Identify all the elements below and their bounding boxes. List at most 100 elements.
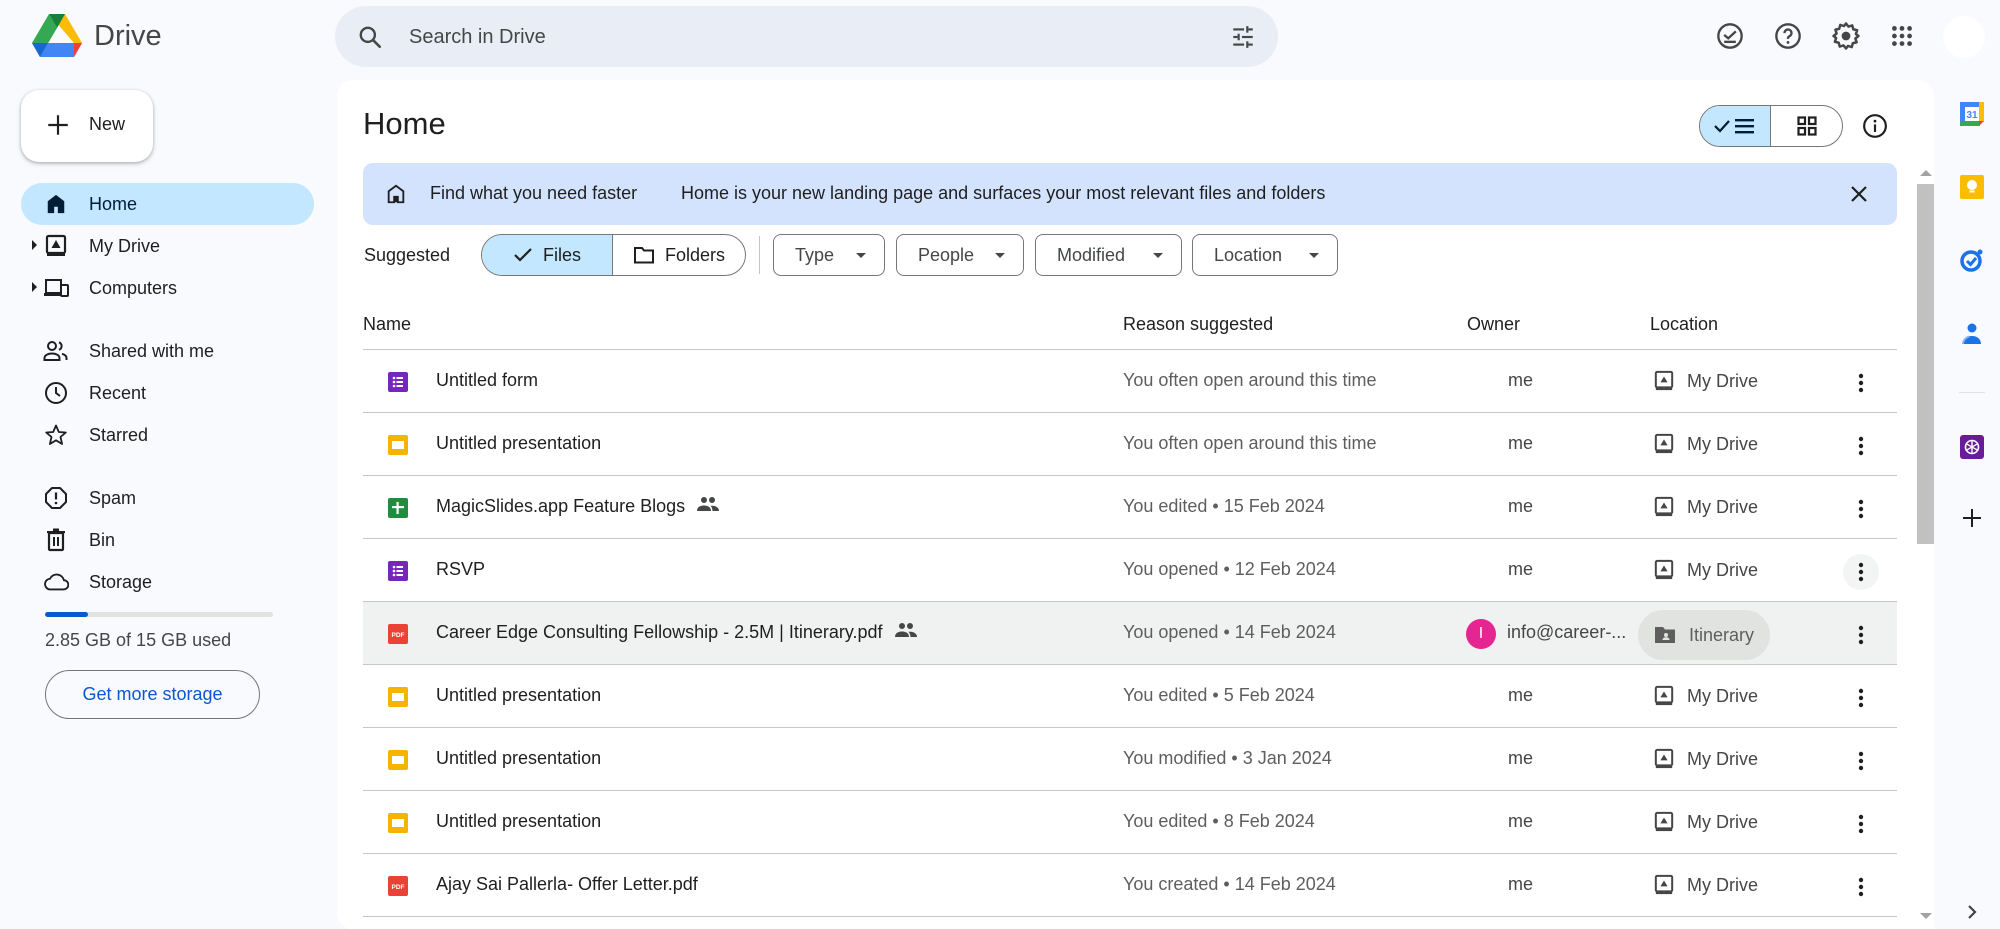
chevron-right-icon[interactable] (1958, 898, 1986, 926)
more-actions-icon[interactable] (1843, 428, 1879, 464)
sidebar-item-home[interactable]: Home (21, 183, 314, 225)
more-actions-icon[interactable] (1843, 680, 1879, 716)
get-more-storage-button[interactable]: Get more storage (45, 670, 260, 719)
new-button[interactable]: New (21, 90, 153, 162)
file-name-text: MagicSlides.app Feature Blogs (436, 496, 686, 516)
my-drive-icon (1654, 811, 1674, 833)
grid-view-button[interactable] (1771, 106, 1842, 146)
more-actions-icon[interactable] (1843, 617, 1879, 653)
sidebar-item-bin[interactable]: Bin (21, 519, 314, 561)
column-header-name[interactable]: Name (363, 314, 411, 335)
close-icon[interactable] (1847, 182, 1871, 206)
search-bar[interactable] (335, 6, 1278, 67)
drive-logo[interactable]: Drive (32, 14, 162, 58)
more-actions-icon[interactable] (1843, 365, 1879, 401)
more-actions-icon[interactable] (1843, 743, 1879, 779)
people-filter-chip[interactable]: People (896, 234, 1024, 276)
sidebar-item-label: My Drive (89, 236, 160, 256)
table-row[interactable]: Untitled presentation You modified • 3 J… (363, 728, 1897, 791)
modified-filter-chip[interactable]: Modified (1035, 234, 1182, 276)
chatgpt-addon-icon[interactable] (1958, 433, 1986, 461)
files-filter-button[interactable]: Files (482, 235, 613, 275)
pdf-file-icon: PDF (388, 876, 408, 896)
shared-icon (43, 339, 69, 363)
owner-text: me (1508, 811, 1534, 831)
location-filter-chip[interactable]: Location (1192, 234, 1338, 276)
sidebar-item-spam[interactable]: Spam (21, 477, 314, 519)
calendar-icon[interactable]: 31 (1958, 100, 1986, 128)
table-row[interactable]: Untitled presentation You edited • 8 Feb… (363, 791, 1897, 854)
info-icon[interactable] (1860, 111, 1890, 141)
table-row[interactable]: Untitled presentation You edited • 5 Feb… (363, 665, 1897, 728)
dropdown-arrow-icon (1309, 253, 1319, 258)
owner-text: me (1508, 433, 1534, 453)
apps-grid-icon[interactable] (1882, 16, 1922, 56)
table-row[interactable]: PDF Career Edge Consulting Fellowship - … (363, 602, 1897, 665)
sidebar-item-computers[interactable]: Computers (21, 267, 314, 309)
type-filter-chip[interactable]: Type (773, 234, 885, 276)
location-text: Itinerary (1689, 624, 1755, 645)
sidebar-item-shared-with-me[interactable]: Shared with me (21, 330, 314, 372)
main-panel: Home Find what you need faster Home is y… (337, 80, 1934, 929)
more-actions-icon[interactable] (1843, 491, 1879, 527)
sidebar-item-my-drive[interactable]: My Drive (21, 225, 314, 267)
expand-caret-icon[interactable] (32, 240, 37, 250)
star-icon (43, 423, 69, 447)
location-text: My Drive (1687, 685, 1758, 706)
spam-icon (43, 486, 69, 510)
expand-caret-icon[interactable] (32, 282, 37, 292)
list-view-button[interactable] (1700, 106, 1771, 146)
sidebar-item-label: Shared with me (89, 341, 215, 361)
new-button-label: New (89, 114, 126, 134)
tasks-icon[interactable] (1958, 246, 1986, 274)
search-input[interactable] (409, 20, 1169, 54)
table-row[interactable]: Untitled presentation You often open aro… (363, 413, 1897, 476)
sidebar-item-label: Home (89, 194, 138, 214)
check-icon (514, 248, 532, 262)
search-options-icon[interactable] (1230, 24, 1256, 55)
table-header: Name Reason suggested Owner Location (363, 300, 1897, 350)
info-banner: Find what you need faster Home is your n… (363, 163, 1897, 225)
help-icon[interactable] (1768, 16, 1808, 56)
sidebar-item-starred[interactable]: Starred (21, 414, 314, 456)
reason-suggested: You edited • 8 Feb 2024 (1123, 811, 1315, 831)
owner-text: me (1508, 559, 1534, 579)
owner-avatar: I (1466, 619, 1496, 649)
settings-icon[interactable] (1826, 16, 1866, 56)
location-cell: My Drive (1654, 433, 1758, 455)
table-row[interactable]: PDF Ajay Sai Pallerla- Offer Letter.pdf … (363, 854, 1897, 917)
chip-label: Modified (1057, 244, 1126, 265)
table-row[interactable]: MagicSlides.app Feature Blogs You edited… (363, 476, 1897, 539)
location-cell: My Drive (1654, 559, 1758, 581)
folders-filter-button[interactable]: Folders (613, 235, 745, 275)
scroll-down-arrow[interactable] (1920, 913, 1932, 919)
contacts-icon[interactable] (1958, 320, 1986, 348)
my-drive-icon (1654, 496, 1674, 518)
more-actions-icon[interactable] (1843, 806, 1879, 842)
account-avatar[interactable] (1943, 16, 1985, 58)
sidebar-item-recent[interactable]: Recent (21, 372, 314, 414)
location-cell[interactable]: Itinerary (1638, 610, 1771, 660)
file-name-text: Untitled presentation (436, 811, 602, 831)
scroll-up-arrow[interactable] (1920, 170, 1932, 176)
more-actions-icon[interactable] (1843, 554, 1879, 590)
keep-icon[interactable] (1958, 173, 1986, 201)
search-icon[interactable] (357, 24, 383, 55)
location-text: My Drive (1687, 874, 1758, 895)
drive-logo-icon (32, 14, 82, 57)
plus-icon (45, 112, 71, 143)
scrollbar-thumb[interactable] (1917, 184, 1934, 544)
sidebar-item-storage[interactable]: Storage (21, 561, 314, 603)
table-row[interactable]: RSVP You opened • 12 Feb 2024 me My Driv… (363, 539, 1897, 602)
file-name: Untitled presentation (436, 685, 601, 706)
more-actions-icon[interactable] (1843, 869, 1879, 905)
table-row[interactable]: Untitled form You often open around this… (363, 350, 1897, 413)
file-name: Untitled form (436, 370, 538, 391)
svg-text:31: 31 (1966, 110, 1978, 121)
trash-icon (43, 528, 69, 552)
file-name-text: Ajay Sai Pallerla- Offer Letter.pdf (436, 874, 698, 894)
files-filter-label: Files (542, 244, 581, 265)
add-addon-icon[interactable] (1958, 504, 1986, 532)
offline-ready-icon[interactable] (1710, 16, 1750, 56)
clock-icon (43, 381, 69, 405)
